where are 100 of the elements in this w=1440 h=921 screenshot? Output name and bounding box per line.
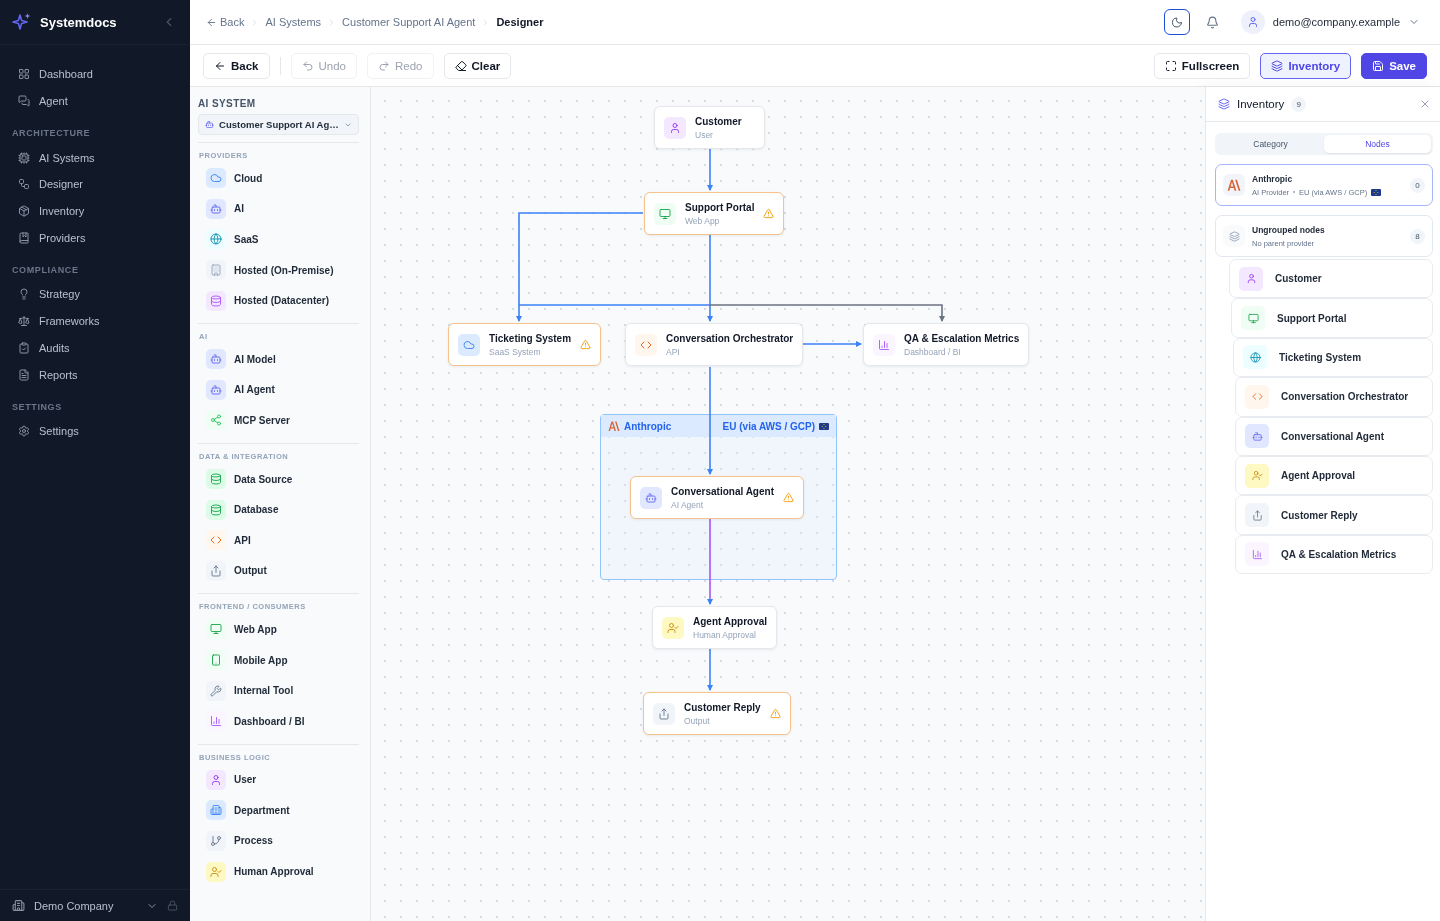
warning-icon — [580, 339, 592, 350]
nav-item[interactable]: Reports — [0, 361, 190, 388]
palette-item[interactable]: Hosted (Datacenter) — [198, 285, 359, 316]
user-check-icon — [1245, 463, 1269, 488]
nav-item[interactable]: Inventory — [0, 197, 190, 225]
bar-chart-icon — [206, 711, 226, 732]
designer-canvas[interactable] — [371, 87, 1205, 921]
monitor-icon — [1241, 306, 1265, 331]
view-tab[interactable]: Category — [1217, 135, 1324, 153]
lightbulb-icon — [18, 288, 30, 301]
palette-item[interactable]: Data Source — [198, 463, 359, 495]
close-icon[interactable] — [1419, 98, 1431, 110]
fullscreen-button[interactable]: Fullscreen — [1153, 52, 1251, 79]
clear-button[interactable]: Clear — [443, 52, 512, 79]
page-title: Designer — [496, 16, 544, 28]
node-title: QA & Escalation Metrics — [904, 332, 1020, 344]
node-subtitle: SaaS System — [489, 346, 542, 357]
node-card[interactable]: Agent Approval Human Approval — [652, 606, 778, 649]
palette-item[interactable]: Output — [198, 555, 359, 587]
palette-item[interactable]: Web App — [198, 614, 359, 645]
back-link[interactable]: Back — [206, 16, 245, 28]
upload-icon — [206, 560, 226, 581]
nav-item[interactable]: Settings — [0, 417, 190, 445]
arrow-left-icon — [206, 16, 217, 28]
nav-item[interactable]: Strategy — [0, 281, 190, 308]
breadcrumb-link[interactable]: AI Systems — [265, 16, 322, 28]
inventory-item[interactable]: Ticketing System — [1233, 337, 1433, 378]
node-card[interactable]: Customer User — [654, 106, 765, 149]
breadcrumb-link[interactable]: Customer Support AI Agent — [342, 16, 476, 28]
theme-toggle-button[interactable] — [1163, 9, 1190, 35]
node-card[interactable]: QA & Escalation Metrics Dashboard / BI — [863, 323, 1030, 366]
nav-item[interactable]: Designer — [0, 171, 190, 198]
nav-item[interactable]: Audits — [0, 334, 190, 362]
upload-icon — [653, 702, 675, 725]
building-icon — [12, 899, 25, 912]
undo-icon — [301, 59, 314, 72]
database-icon — [206, 499, 226, 520]
node-card[interactable]: Ticketing System SaaS System — [448, 323, 602, 366]
inventory-button[interactable]: Inventory — [1260, 52, 1352, 79]
system-select[interactable]: Customer Support AI Ag… — [198, 114, 359, 135]
robot-icon — [206, 349, 226, 370]
node-subtitle: Web App — [685, 215, 721, 226]
inventory-item[interactable]: Support Portal — [1231, 298, 1433, 338]
palette-item[interactable]: Cloud — [198, 163, 359, 194]
flow-icon — [18, 178, 30, 191]
inventory-item[interactable]: QA & Escalation Metrics — [1235, 534, 1433, 575]
view-tab[interactable]: Nodes — [1324, 135, 1431, 153]
palette-item[interactable]: Human Approval — [198, 856, 359, 887]
nav-item[interactable]: Agent — [0, 87, 190, 115]
node-title: Customer — [695, 115, 743, 127]
globe-icon — [206, 229, 226, 250]
connector-arrow — [707, 148, 713, 191]
nav-item[interactable]: Frameworks — [0, 307, 190, 335]
book-icon — [18, 231, 30, 244]
user-menu[interactable]: demo@company.example — [1240, 10, 1420, 34]
nav-section-title: COMPLIANCE — [11, 264, 80, 278]
node-subtitle: User — [695, 129, 714, 140]
company-name[interactable]: Demo Company — [34, 899, 137, 912]
inventory-item[interactable]: Conversational Agent — [1235, 416, 1433, 456]
inventory-item[interactable]: Customer — [1229, 259, 1433, 299]
palette-item[interactable]: MCP Server — [198, 405, 359, 436]
palette-item[interactable]: Dashboard / BI — [198, 705, 359, 737]
node-card[interactable]: Customer Reply Output — [643, 692, 791, 735]
palette-item[interactable]: Process — [198, 825, 359, 857]
nav-item[interactable]: Dashboard — [0, 61, 190, 88]
node-card[interactable]: Support Portal Web App — [644, 192, 785, 235]
user-icon — [1239, 266, 1263, 291]
node-title: Customer Reply — [684, 701, 761, 713]
cloud-icon — [206, 168, 226, 189]
palette-item[interactable]: API — [198, 524, 359, 556]
node-title: Conversation Orchestrator — [666, 332, 794, 344]
lock-icon[interactable] — [167, 900, 178, 911]
expand-icon — [1164, 59, 1177, 72]
palette-item[interactable]: Internal Tool — [198, 675, 359, 706]
code-icon — [635, 333, 657, 356]
palette-item[interactable]: AI — [198, 193, 359, 225]
back-button[interactable]: Back — [203, 52, 270, 79]
palette-item[interactable]: Hosted (On-Premise) — [198, 254, 359, 286]
palette-item[interactable]: AI Model — [198, 343, 359, 375]
palette-item[interactable]: User — [198, 764, 359, 796]
node-card[interactable]: Conversational Agent AI Agent — [630, 476, 804, 519]
palette-item[interactable]: Mobile App — [198, 644, 359, 676]
group-name: Ungrouped nodes — [1252, 224, 1326, 235]
brand-name: Systemdocs — [40, 14, 118, 30]
save-button[interactable]: Save — [1361, 52, 1427, 79]
robot-icon — [206, 379, 226, 400]
palette-item[interactable]: Department — [198, 795, 359, 826]
inventory-item[interactable]: Customer Reply — [1235, 495, 1433, 535]
nav-item[interactable]: Providers — [0, 224, 190, 252]
node-card[interactable]: Conversation Orchestrator API — [625, 323, 804, 366]
user-email: demo@company.example — [1272, 16, 1400, 28]
settings-icon — [18, 425, 30, 438]
nav-item[interactable]: AI Systems — [0, 144, 190, 172]
database-icon — [206, 290, 226, 311]
inventory-item[interactable]: Agent Approval — [1235, 455, 1433, 496]
palette-item[interactable]: SaaS — [198, 224, 359, 255]
palette-item[interactable]: Database — [198, 494, 359, 525]
palette-item[interactable]: AI Agent — [198, 374, 359, 406]
inventory-item[interactable]: Conversation Orchestrator — [1235, 377, 1433, 417]
count-badge: 0 — [1410, 177, 1425, 193]
